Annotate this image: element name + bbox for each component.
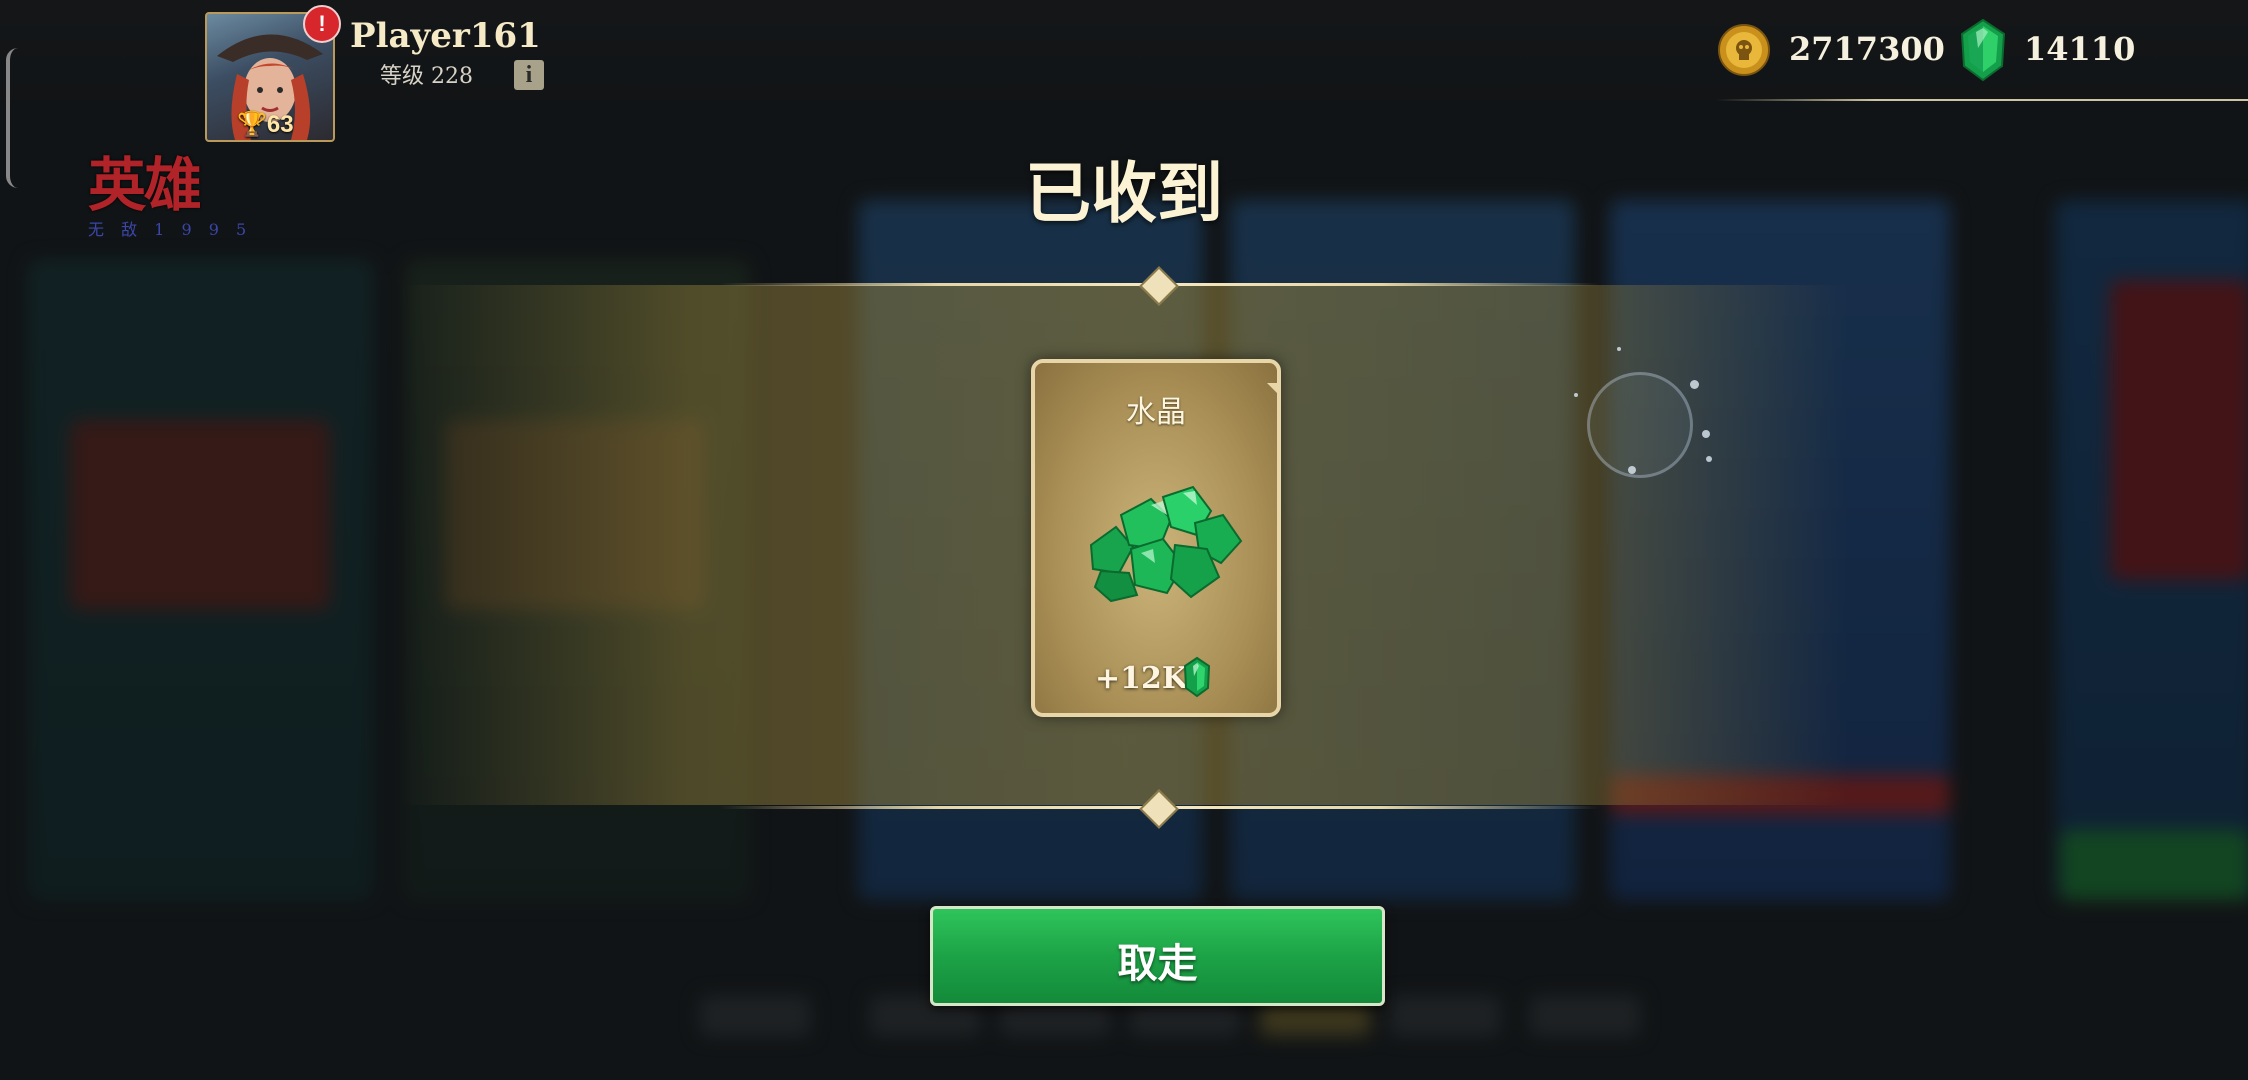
reward-name: 水晶 (1126, 395, 1186, 430)
player-level: 等级 228 (380, 64, 473, 89)
sparkle-dot (1706, 456, 1712, 462)
gold-coin-icon (1718, 24, 1770, 76)
take-button-label: 取走 (1117, 940, 1198, 987)
gem-pile-icon (1089, 485, 1243, 603)
trophy-count: 🏆63 (237, 111, 294, 138)
alert-badge[interactable]: ! (303, 5, 341, 43)
coin-balance: 2717300 (1789, 30, 1945, 68)
gem-icon (1183, 656, 1211, 698)
sparkle-dot (1574, 393, 1578, 397)
info-button[interactable]: i (514, 60, 544, 90)
sparkle-dot (1690, 380, 1699, 389)
take-button[interactable]: 取走 (930, 906, 1385, 1006)
trophy-value: 63 (266, 111, 294, 138)
currency-divider (1716, 99, 2248, 101)
sparkle-dot (1702, 430, 1710, 438)
reward-card: 水晶 +12K (1031, 359, 1281, 717)
sparkle-dot (1617, 347, 1621, 351)
sparkle-effect (1587, 372, 1693, 478)
player-name: Player161 (350, 16, 541, 56)
modal-title: 已收到 (1025, 154, 1223, 232)
gem-balance: 14110 (2024, 30, 2136, 68)
sparkle-dot (1628, 466, 1636, 474)
gem-icon (1960, 18, 2006, 82)
reward-amount: +12K (1095, 661, 1188, 696)
